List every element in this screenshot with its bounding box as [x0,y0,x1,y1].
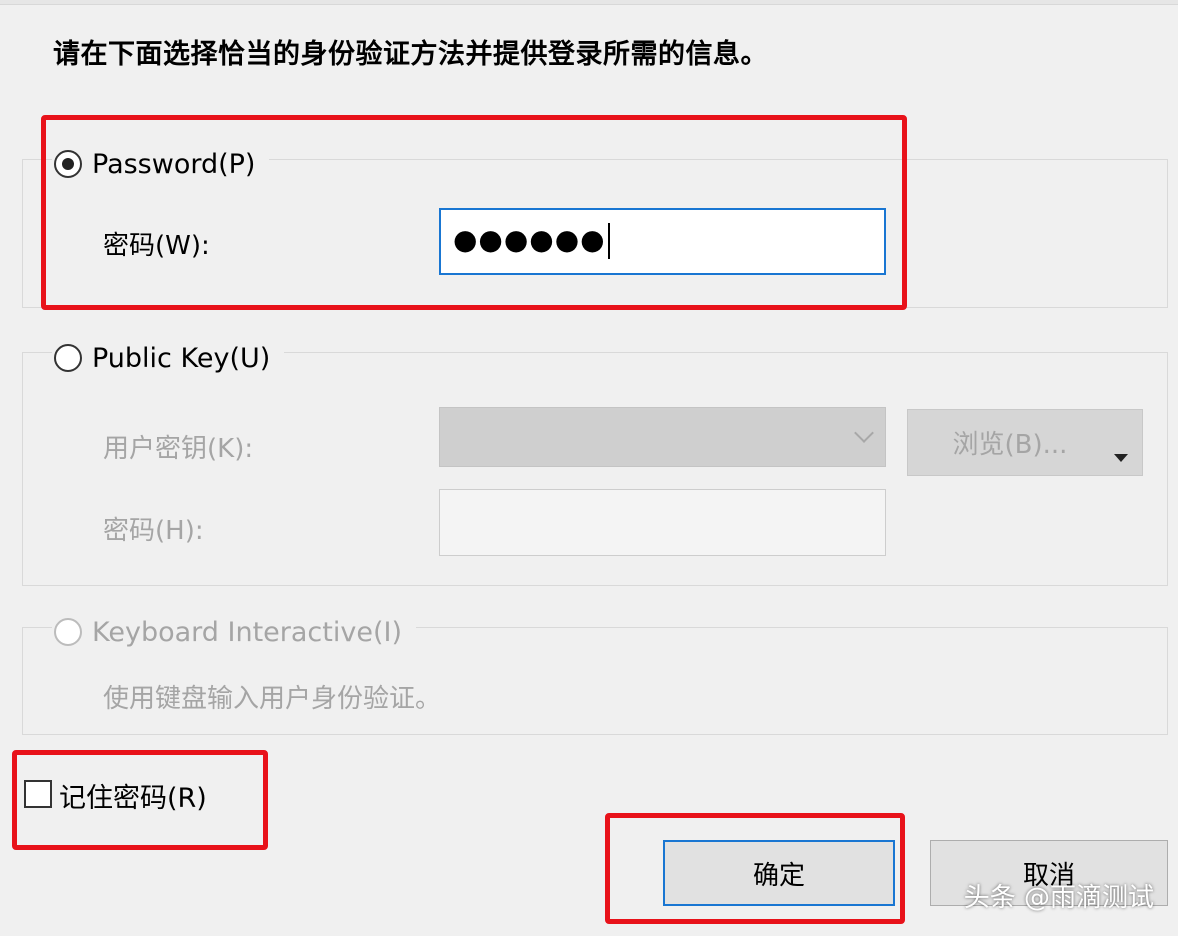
chevron-down-icon [854,423,874,443]
highlight-password-box [41,115,907,310]
user-key-label: 用户密钥(K): [103,434,254,464]
public-key-radio[interactable] [54,344,82,372]
public-key-option[interactable]: Public Key(U) [52,339,285,377]
public-key-radio-label: Public Key(U) [92,342,271,374]
user-key-select[interactable] [439,407,886,467]
keyboard-interactive-radio[interactable] [54,618,82,646]
highlight-ok-box [605,813,905,924]
window-top-edge [0,0,1178,5]
highlight-remember-box [12,750,268,850]
browse-button[interactable]: 浏览(B)... [907,409,1143,476]
keyboard-interactive-radio-label: Keyboard Interactive(I) [92,616,402,648]
browse-button-label: 浏览(B)... [952,430,1068,460]
watermark-text: 头条 @雨滴测试 [963,883,1154,913]
passphrase-input[interactable] [439,489,886,556]
instruction-text: 请在下面选择恰当的身份验证方法并提供登录所需的信息。 [53,39,768,70]
keyboard-interactive-description: 使用键盘输入用户身份验证。 [103,684,442,714]
keyboard-interactive-option[interactable]: Keyboard Interactive(I) [52,613,416,651]
dropdown-arrow-icon [1114,454,1128,462]
passphrase-label: 密码(H): [103,516,204,546]
